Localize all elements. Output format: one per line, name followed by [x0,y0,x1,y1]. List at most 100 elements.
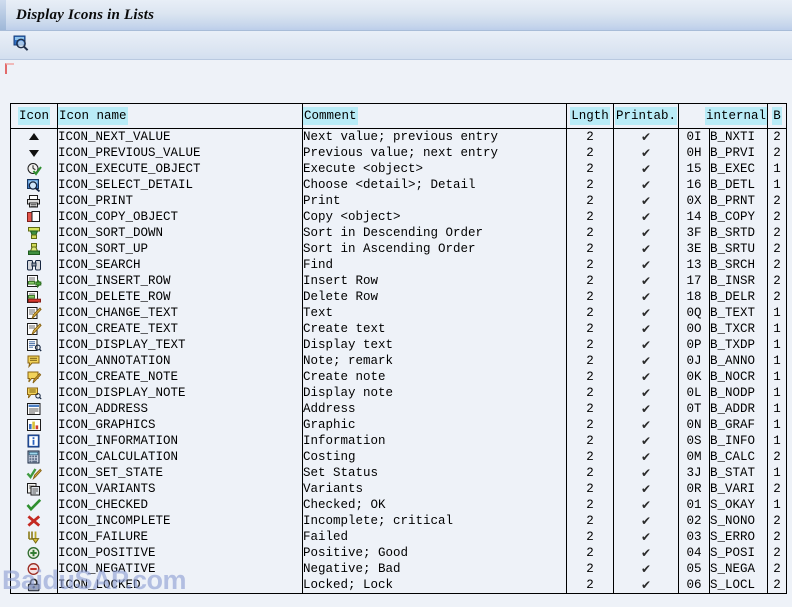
cell-comment: Locked; Lock [302,577,567,594]
table-row[interactable]: ICON_GRAPHICS Graphic 2 ✔ 0N B_GRAF 1 [10,417,787,433]
cell-icon[interactable] [10,209,58,225]
cell-icon[interactable] [10,401,58,417]
table-row[interactable]: ICON_SORT_DOWN Sort in Descending Order 2 ✔… [10,225,787,241]
table-row[interactable]: ICON_POSITIVE Positive; Good 2 ✔ 04 S_POSI 2 [10,545,787,561]
table-row[interactable]: ICON_PRINT Print 2 ✔ 0X B_PRNT 2 [10,193,787,209]
cell-icon[interactable] [10,481,58,497]
table-row[interactable]: ICON_CREATE_TEXT Create text 2 ✔ 0O B_TXCR 1 [10,321,787,337]
cell-icon[interactable] [10,417,58,433]
column-header-printable[interactable]: Printab. [613,103,679,129]
cell-printable: ✔ [613,465,679,481]
cell-icon-name: ICON_SET_STATE [57,465,303,481]
cell-icon[interactable] [10,497,58,513]
table-row[interactable]: ICON_INCOMPLETE Incomplete; critical 2 ✔ 02 S… [10,513,787,529]
cell-icon[interactable] [10,545,58,561]
cell-comment: Graphic [302,417,567,433]
cell-printable: ✔ [613,257,679,273]
cell-icon-name: ICON_VARIANTS [57,481,303,497]
cell-icon[interactable] [10,193,58,209]
table-row[interactable]: ICON_LOCKED Locked; Lock 2 ✔ 06 S_LOCL 2 [10,577,787,594]
cell-icon[interactable] [10,128,58,145]
table-row[interactable]: ICON_DISPLAY_NOTE Display note 2 ✔ 0L B_NODP 1 [10,385,787,401]
cell-icon-name: ICON_ANNOTATION [57,353,303,369]
sort-descending-icon [26,226,42,240]
table-row[interactable]: ICON_PREVIOUS_VALUE Previous value; next … [10,145,787,161]
cell-internal-name: B_VARI [709,481,768,497]
information-icon [26,434,42,448]
cell-icon[interactable] [10,561,58,577]
table-row[interactable]: ICON_SEARCH Find 2 ✔ 13 B_SRCH 2 [10,257,787,273]
cell-icon[interactable] [10,513,58,529]
cell-icon[interactable] [10,257,58,273]
cell-icon-name: ICON_GRAPHICS [57,417,303,433]
cell-icon[interactable] [10,273,58,289]
cell-comment: Display text [302,337,567,353]
cell-comment: Create text [302,321,567,337]
cell-icon[interactable] [10,241,58,257]
titlebar-accent [0,0,6,30]
cell-icon[interactable] [10,385,58,401]
cell-icon[interactable] [10,337,58,353]
cell-icon[interactable] [10,449,58,465]
table-row[interactable]: ICON_COPY_OBJECT Copy <object> 2 ✔ 14 B_COPY 2 [10,209,787,225]
cell-printable: ✔ [613,401,679,417]
cell-internal-name: B_EXEC [709,161,768,177]
table-row[interactable]: ICON_NEXT_VALUE Next value; previous entr… [10,128,787,145]
table-row[interactable]: ICON_EXECUTE_OBJECT Execute <object> 2 ✔ 15 B… [10,161,787,177]
cell-icon[interactable] [10,161,58,177]
address-card-icon [26,402,42,416]
column-header-b-label: B [772,107,782,125]
column-header-b[interactable]: B [767,103,787,129]
table-row[interactable]: ICON_SELECT_DETAIL Choose <detail>; Detai… [10,177,787,193]
cell-internal-name: S_NONO [709,513,768,529]
search-find-button[interactable] [9,33,33,57]
column-header-lngth[interactable]: Lngth [566,103,614,129]
cell-comment: Copy <object> [302,209,567,225]
cell-comment: Checked; OK [302,497,567,513]
table-header-row: Icon Icon name Comment Lngth Printab. in… [10,103,787,129]
cell-comment: Costing [302,449,567,465]
table-row[interactable]: ICON_FAILURE Failed 2 ✔ 03 S_ERRO 2 [10,529,787,545]
cell-icon[interactable] [10,177,58,193]
table-row[interactable]: ICON_CHANGE_TEXT Text 2 ✔ 0Q B_TEXT 1 [10,305,787,321]
cell-icon[interactable] [10,145,58,161]
cell-comment: Set Status [302,465,567,481]
table-row[interactable]: ICON_SORT_UP Sort in Ascending Order 2 ✔ 3E B… [10,241,787,257]
table-row[interactable]: ICON_VARIANTS Variants 2 ✔ 0R B_VARI 2 [10,481,787,497]
cell-internal-code: 06 [678,577,710,594]
table-row[interactable]: ICON_DELETE_ROW Delete Row 2 ✔ 18 B_DELR 2 [10,289,787,305]
column-header-icon[interactable]: Icon [10,103,58,129]
table-row[interactable]: ICON_ADDRESS Address 2 ✔ 0T B_ADDR 1 [10,401,787,417]
column-header-icon-name[interactable]: Icon name [57,103,303,129]
cell-icon[interactable] [10,577,58,594]
cell-printable: ✔ [613,161,679,177]
table-row[interactable]: ICON_SET_STATE Set Status 2 ✔ 3J B_STAT 1 [10,465,787,481]
cell-printable: ✔ [613,273,679,289]
table-row[interactable]: ICON_CREATE_NOTE Create note 2 ✔ 0K B_NOCR 1 [10,369,787,385]
table-row[interactable]: ICON_INFORMATION Information 2 ✔ 0S B_INFO 1 [10,433,787,449]
cell-lngth: 2 [566,497,614,513]
set-status-icon [26,466,42,480]
cell-icon[interactable] [10,529,58,545]
cell-icon[interactable] [10,353,58,369]
cell-icon[interactable] [10,369,58,385]
cell-icon[interactable] [10,225,58,241]
green-check-icon [26,498,42,512]
table-row[interactable]: ICON_NEGATIVE Negative; Bad 2 ✔ 05 S_NEGA 2 [10,561,787,577]
cell-icon[interactable] [10,433,58,449]
cell-comment: Incomplete; critical [302,513,567,529]
column-header-internal-label: internal [704,107,767,125]
table-row[interactable]: ICON_INSERT_ROW Insert Row 2 ✔ 17 B_INSR 2 [10,273,787,289]
table-row[interactable]: ICON_CALCULATION Costing 2 ✔ 0M B_CALC 2 [10,449,787,465]
cell-comment: Sort in Ascending Order [302,241,567,257]
table-row[interactable]: ICON_CHECKED Checked; OK 2 ✔ 01 S_OKAY 1 [10,497,787,513]
column-header-internal[interactable]: internal [678,103,768,129]
column-header-comment[interactable]: Comment [302,103,567,129]
change-text-pencil-icon [26,306,42,320]
table-row[interactable]: ICON_DISPLAY_TEXT Display text 2 ✔ 0P B_TXDP 1 [10,337,787,353]
cell-icon[interactable] [10,289,58,305]
cell-icon[interactable] [10,321,58,337]
table-row[interactable]: ICON_ANNOTATION Note; remark 2 ✔ 0J B_ANNO 1 [10,353,787,369]
cell-icon[interactable] [10,305,58,321]
cell-icon[interactable] [10,465,58,481]
